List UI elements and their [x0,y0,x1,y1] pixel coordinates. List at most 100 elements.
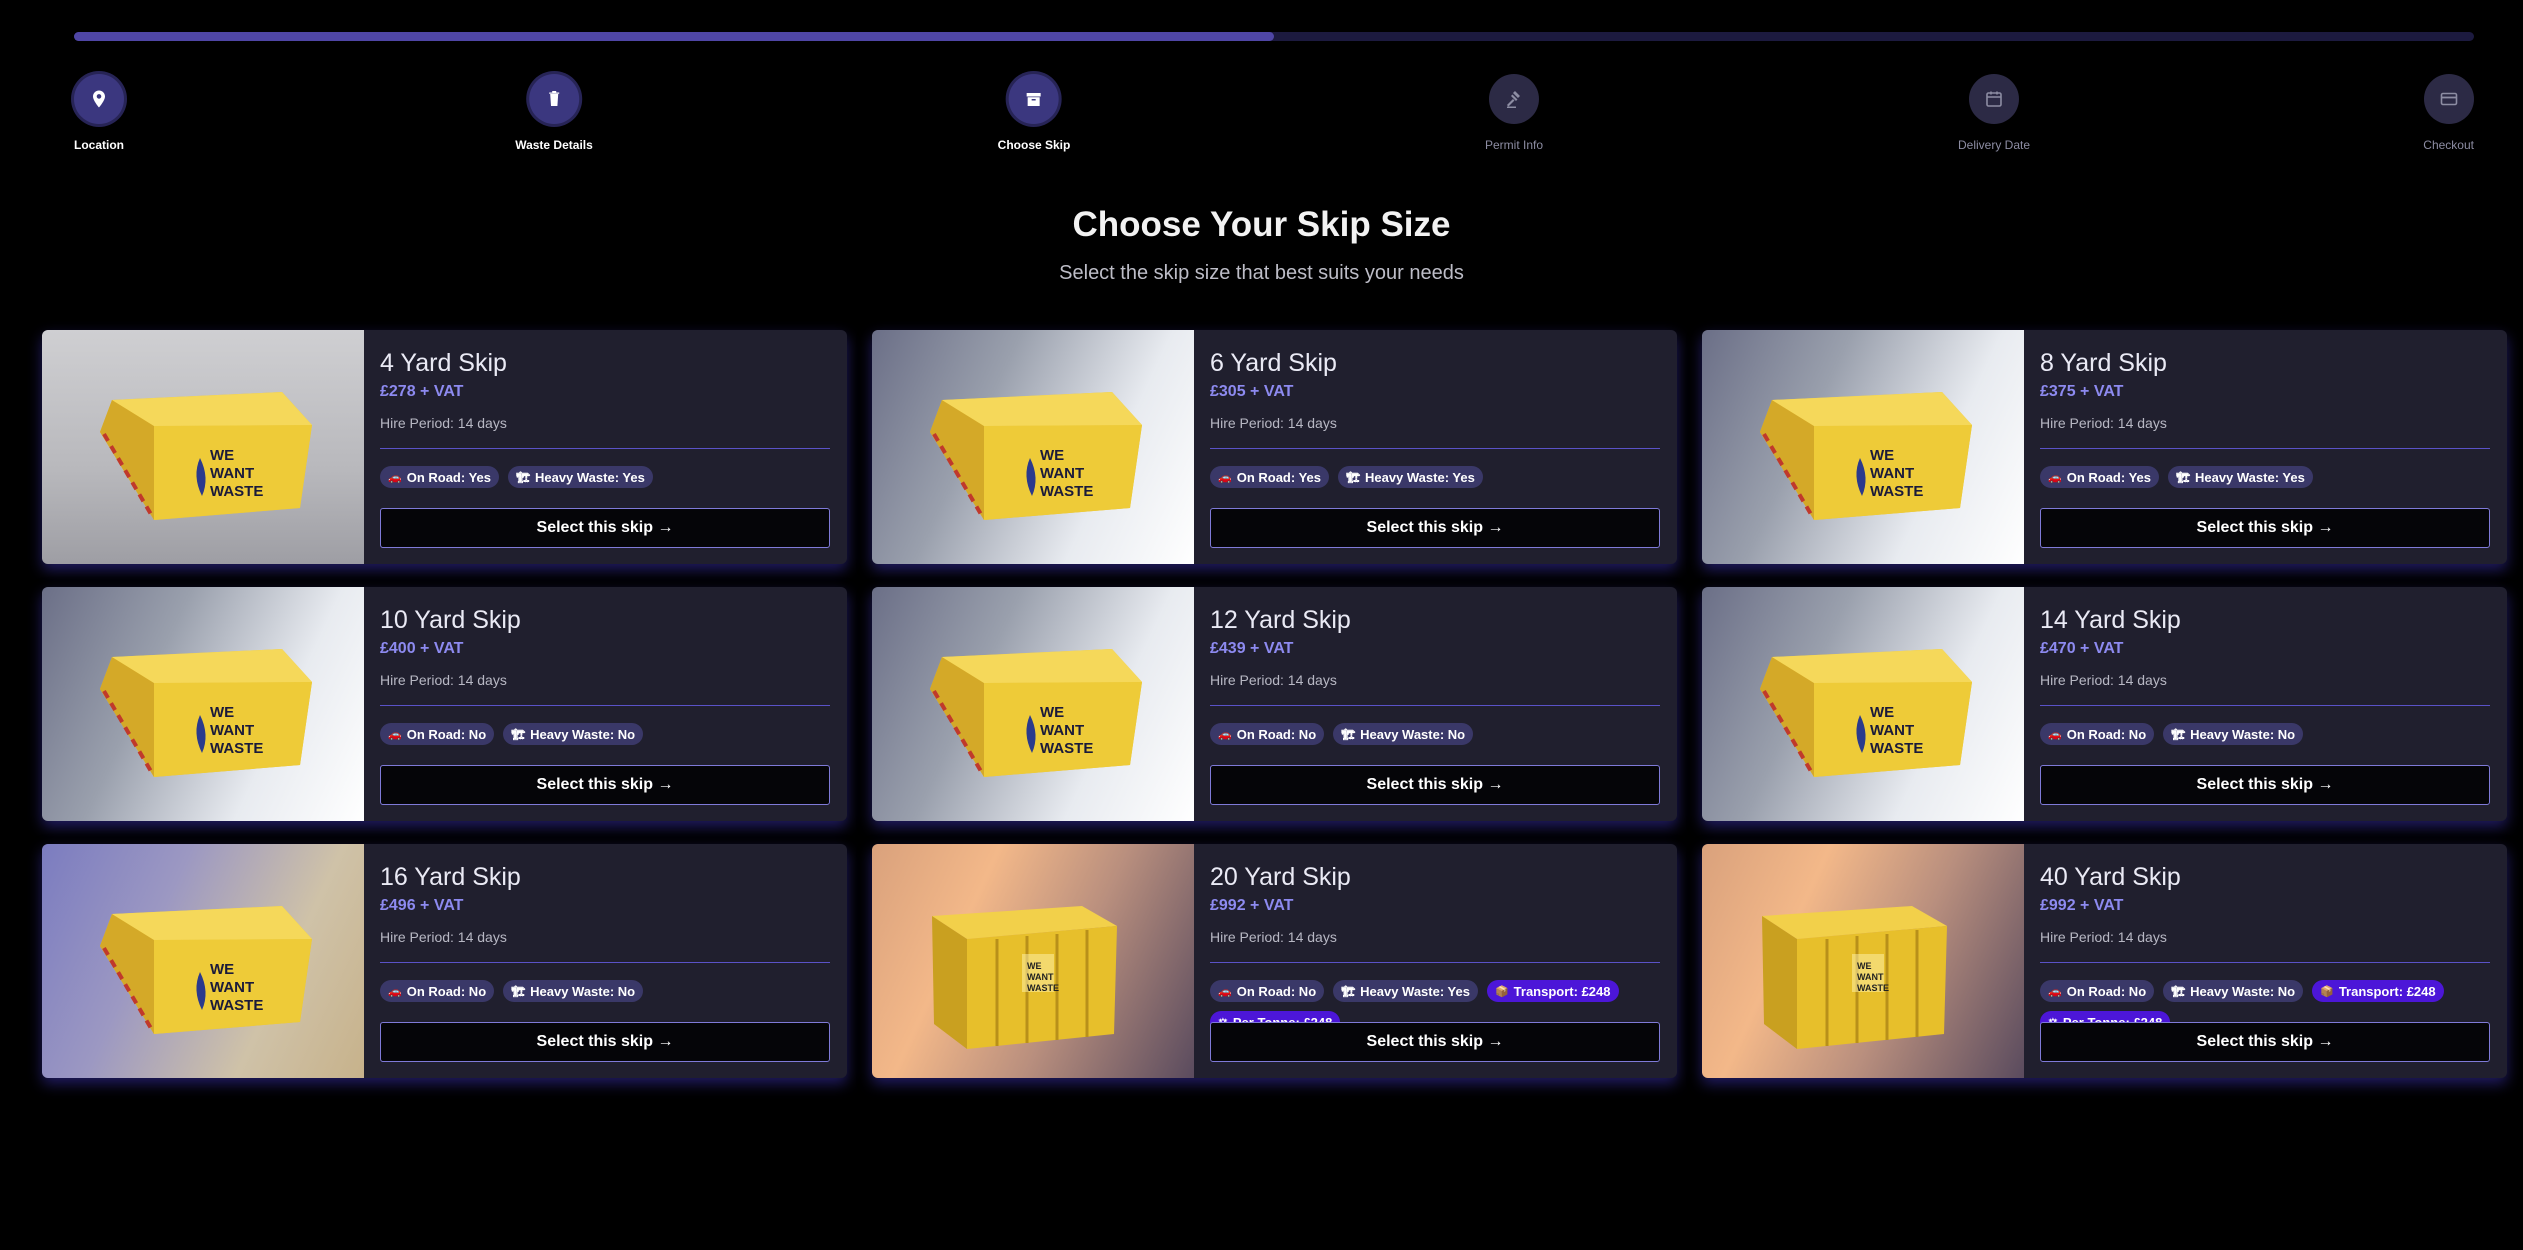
badge-text: Heavy Waste: No [530,726,636,742]
badge-list: 🚗 On Road: Yes 🏗 Heavy Waste: Yes [380,466,830,488]
badge-text: On Road: Yes [2066,469,2151,485]
step-circle [1969,74,2019,124]
svg-text:WE: WE [1040,447,1064,464]
select-skip-button[interactable]: Select this skip → [1210,1022,1660,1062]
skip-price: £278 + VAT [380,383,464,400]
feature-badge: 🏗 Heavy Waste: No [503,723,644,745]
hire-period: Hire Period: 14 days [2040,415,2167,431]
hire-period: Hire Period: 14 days [380,672,507,688]
skip-image: WEWANTWASTE [100,392,312,520]
trash-icon [549,91,559,106]
step-waste-details[interactable]: Waste Details [515,74,593,152]
select-skip-button[interactable]: Select this skip → [2040,1022,2490,1062]
badge-icon: 🚗 [388,471,402,484]
feature-badge: 🏗 Heavy Waste: No [2163,723,2304,745]
select-skip-button[interactable]: Select this skip → [380,765,830,805]
select-skip-button[interactable]: Select this skip → [380,508,830,548]
feature-badge: 📦 Transport: £248 [1486,980,1619,1002]
step-circle [1489,74,1539,124]
badge-text: Heavy Waste: Yes [1360,983,1470,999]
skip-price: £992 + VAT [2040,897,2124,914]
skip-image-container: WE WANT WASTE [872,844,1194,1078]
skip-grid: WE WANT WASTE 4 Yard Skip £278 + VAT Hire Per… [42,330,2507,1078]
select-skip-button[interactable]: Select this skip → [1210,508,1660,548]
divider [380,705,830,706]
hire-period: Hire Period: 14 days [380,415,507,431]
skip-card-body: 20 Yard Skip £992 + VAT Hire Period: 14 da… [1194,844,1677,1078]
step-choose-skip[interactable]: Choose Skip [998,74,1070,152]
feature-badge: 🏗 Heavy Waste: Yes [508,466,653,488]
box-icon [1027,93,1041,106]
badge-icon: 🚗 [2048,728,2062,741]
feature-badge: 🚗 On Road: Yes [380,466,499,488]
divider [2040,705,2490,706]
svg-text:WE: WE [1870,447,1894,464]
divider [1210,705,1660,706]
badge-icon: 🏗 [516,471,530,484]
feature-badge: 📦 Transport: £248 [2312,980,2444,1002]
svg-text:WANT: WANT [1040,465,1084,482]
badge-list: 🚗 On Road: Yes 🏗 Heavy Waste: Yes [1210,466,1660,488]
select-skip-button[interactable]: Select this skip → [2040,508,2490,548]
badge-icon: 🚗 [1218,728,1232,741]
skip-price: £439 + VAT [1210,640,1294,657]
skip-card: WE WANT WASTE 14 Yard Skip £470 + VAT Hire Pe… [1702,587,2507,821]
skip-card: WE WANT WASTE 40 Yard Skip £992 + VAT Hire Pe… [1702,844,2507,1078]
feature-badge: 🏗 Heavy Waste: No [2163,980,2304,1002]
select-skip-button[interactable]: Select this skip → [1210,765,1660,805]
svg-text:WASTE: WASTE [210,483,263,500]
step-delivery-date[interactable]: Delivery Date [1958,74,2030,152]
svg-text:WANT: WANT [1040,722,1084,739]
feature-badge: 🚗 On Road: No [1210,723,1325,745]
hire-period: Hire Period: 14 days [1210,929,1337,945]
badge-text: On Road: No [1236,726,1317,742]
badge-text: Transport: £248 [2338,983,2436,999]
gavel-icon [1507,91,1520,108]
svg-text:WASTE: WASTE [1870,483,1923,500]
hire-period: Hire Period: 14 days [1210,415,1337,431]
feature-badge: 🚗 On Road: No [2040,723,2155,745]
step-label: Delivery Date [1957,138,2031,152]
badge-icon: 🚗 [2048,985,2062,998]
skip-name: 10 Yard Skip [380,606,521,634]
skip-image-container: WE WANT WASTE [872,587,1194,821]
skip-image-container: WE WANT WASTE [872,330,1194,564]
skip-image: WEWANTWASTE [100,649,312,777]
svg-text:WE: WE [210,704,234,721]
map-pin-icon [93,90,105,108]
step-label: Checkout [2423,138,2474,152]
badge-icon: 🚗 [1218,471,1232,484]
badge-icon: 🏗 [2171,985,2186,998]
hire-period: Hire Period: 14 days [380,929,507,945]
svg-text:WASTE: WASTE [1027,983,1059,993]
badge-text: Heavy Waste: Yes [1364,469,1475,485]
svg-text:WASTE: WASTE [1040,483,1093,500]
feature-badge: 🚗 On Road: No [380,980,495,1002]
skip-name: 4 Yard Skip [380,349,507,377]
skip-image-container: WE WANT WASTE [1702,587,2024,821]
badge-text: On Road: Yes [406,469,491,485]
divider [1210,962,1660,963]
svg-text:WE: WE [1870,704,1894,721]
step-circle [74,74,124,124]
svg-text:WANT: WANT [1027,972,1054,982]
badge-text: On Road: No [2066,983,2147,999]
feature-badge: 🚗 On Road: Yes [1210,466,1329,488]
badge-text: Transport: £248 [1513,983,1611,999]
select-skip-button[interactable]: Select this skip → [380,1022,830,1062]
divider [1210,448,1660,449]
step-permit-info[interactable]: Permit Info [1485,74,1543,152]
svg-text:WANT: WANT [210,979,254,996]
step-location[interactable]: Location [74,74,124,152]
divider [380,448,830,449]
skip-price: £992 + VAT [1210,897,1294,914]
skip-card-body: 14 Yard Skip £470 + VAT Hire Period: 14 da… [2024,587,2507,821]
select-skip-button[interactable]: Select this skip → [2040,765,2490,805]
step-checkout[interactable]: Checkout [2423,74,2474,152]
badge-list: 🚗 On Road: No 🏗 Heavy Waste: No [380,723,830,745]
skip-card: WE WANT WASTE 8 Yard Skip £375 + VAT Hire Per… [1702,330,2507,564]
badge-text: Heavy Waste: No [2190,726,2296,742]
calendar-icon [1986,91,2002,107]
divider [2040,962,2490,963]
badge-icon: 🏗 [2171,728,2186,741]
